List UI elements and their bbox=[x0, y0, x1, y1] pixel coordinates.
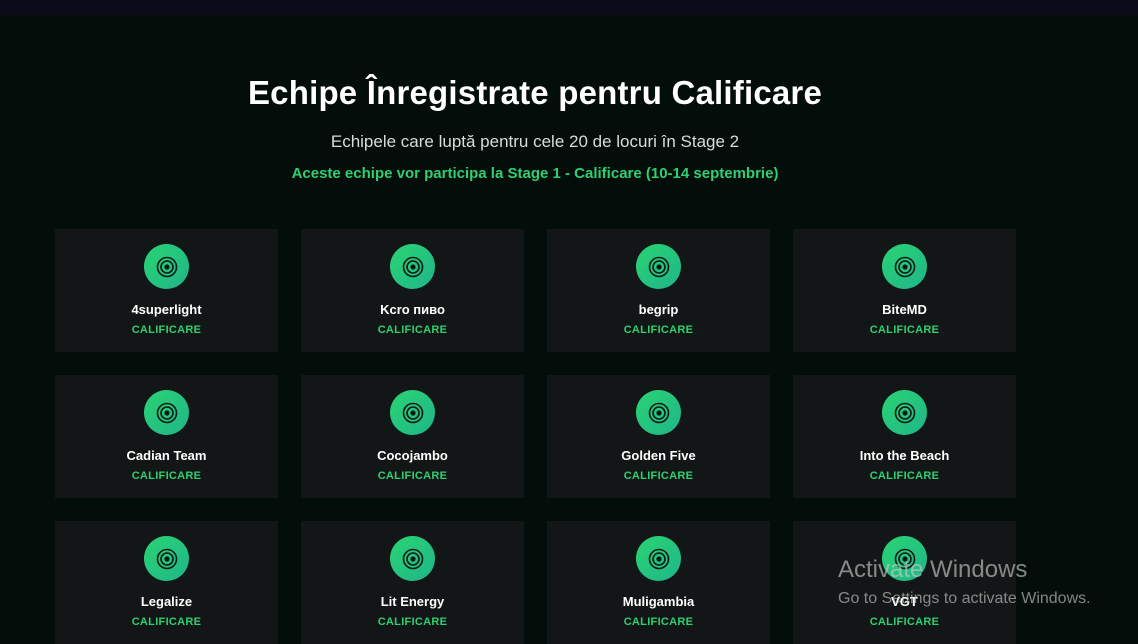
team-name: 4superlight bbox=[131, 302, 202, 317]
team-name: begrip bbox=[638, 302, 679, 317]
team-name: Legalize bbox=[140, 594, 193, 609]
target-icon bbox=[144, 244, 189, 289]
team-card[interactable]: begrip CALIFICARE bbox=[547, 229, 770, 352]
team-name: BiteMD bbox=[882, 302, 927, 317]
team-status-badge: CALIFICARE bbox=[377, 616, 448, 628]
watermark-subtitle: Go to Settings to activate Windows. bbox=[838, 590, 1091, 607]
target-icon bbox=[636, 244, 681, 289]
team-name: Cadian Team bbox=[126, 448, 207, 463]
team-card[interactable]: Golden Five CALIFICARE bbox=[547, 375, 770, 498]
team-status-badge: CALIFICARE bbox=[377, 324, 448, 336]
target-icon bbox=[882, 390, 927, 435]
team-name: Cocojambo bbox=[377, 448, 448, 463]
team-card[interactable]: Legalize CALIFICARE bbox=[55, 521, 278, 644]
team-card[interactable]: BiteMD CALIFICARE bbox=[793, 229, 1016, 352]
team-card[interactable]: Muligambia CALIFICARE bbox=[547, 521, 770, 644]
target-icon bbox=[144, 390, 189, 435]
team-status-badge: CALIFICARE bbox=[623, 616, 694, 628]
target-icon bbox=[636, 390, 681, 435]
team-name: Into the Beach bbox=[859, 448, 950, 463]
team-name: Lit Energy bbox=[380, 594, 445, 609]
team-card[interactable]: Cadian Team CALIFICARE bbox=[55, 375, 278, 498]
page-subtitle: Echipele care luptă pentru cele 20 de lo… bbox=[330, 132, 740, 151]
team-status-badge: CALIFICARE bbox=[131, 616, 202, 628]
team-status-badge: CALIFICARE bbox=[377, 470, 448, 482]
target-icon bbox=[882, 244, 927, 289]
team-card[interactable]: 4superlight CALIFICARE bbox=[55, 229, 278, 352]
team-card[interactable]: Cocojambo CALIFICARE bbox=[301, 375, 524, 498]
target-icon bbox=[390, 244, 435, 289]
target-icon bbox=[144, 536, 189, 581]
team-name: Kcro пиво bbox=[380, 302, 445, 317]
team-card[interactable]: Lit Energy CALIFICARE bbox=[301, 521, 524, 644]
team-status-badge: CALIFICARE bbox=[869, 470, 940, 482]
windows-activation-watermark: Activate Windows Go to Settings to activ… bbox=[838, 556, 1091, 608]
watermark-title: Activate Windows bbox=[838, 556, 1028, 583]
team-card[interactable]: Kcro пиво CALIFICARE bbox=[301, 229, 524, 352]
team-status-badge: CALIFICARE bbox=[869, 616, 940, 628]
team-status-badge: CALIFICARE bbox=[131, 324, 202, 336]
team-status-badge: CALIFICARE bbox=[131, 470, 202, 482]
team-status-badge: CALIFICARE bbox=[623, 470, 694, 482]
stage-notice: Aceste echipe vor participa la Stage 1 -… bbox=[291, 165, 779, 182]
team-status-badge: CALIFICARE bbox=[869, 324, 940, 336]
target-icon bbox=[390, 536, 435, 581]
target-icon bbox=[390, 390, 435, 435]
target-icon bbox=[636, 536, 681, 581]
team-card[interactable]: Into the Beach CALIFICARE bbox=[793, 375, 1016, 498]
top-bar bbox=[0, 0, 1138, 15]
team-name: Muligambia bbox=[622, 594, 695, 609]
team-status-badge: CALIFICARE bbox=[623, 324, 694, 336]
team-name: Golden Five bbox=[621, 448, 696, 463]
page-title: Echipe Înregistrate pentru Calificare bbox=[247, 74, 823, 111]
